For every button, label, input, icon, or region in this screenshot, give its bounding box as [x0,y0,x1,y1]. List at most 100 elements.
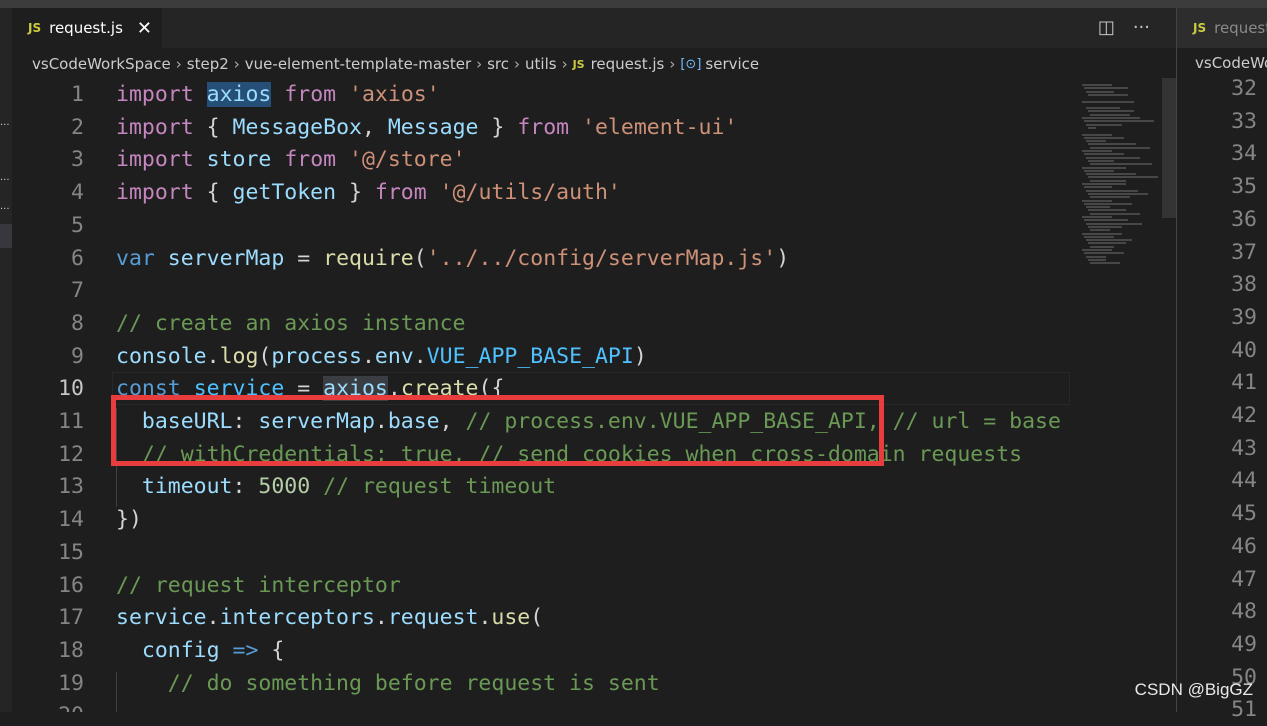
js-file-icon: JS [572,57,585,71]
code-token: } [478,114,518,140]
code-token: . [206,343,220,369]
minimap-line [1086,156,1140,159]
code-token: import [116,114,194,140]
code-line[interactable]: 16 // request interceptor [12,569,1070,602]
more-actions-icon[interactable]: ··· [1133,17,1150,38]
selected-item-highlight [0,224,12,248]
breadcrumb[interactable]: vsCodeWo [1195,54,1267,72]
line-number: 39 [1231,304,1257,330]
tab-request-js-right[interactable]: JS request [1177,8,1267,48]
code-token: // create an axios instance [116,310,466,336]
code-token: serverMap [258,409,375,434]
line-number: 6 [71,245,84,271]
minimap-line [1090,163,1152,166]
breadcrumb-item[interactable]: utils [525,55,557,73]
code-line[interactable]: 19 // do something before request is sen… [12,667,1070,700]
more-dots[interactable]: ... [0,202,12,212]
minimap-line [1082,183,1126,185]
code-token: console [116,343,207,369]
code-text: console.log(process.env.VUE_APP_BASE_API… [116,340,647,373]
code-line[interactable]: 20 [12,699,1070,712]
code-line[interactable]: 14}) [12,503,1070,536]
minimap-line [1086,173,1136,176]
minimap-line [1090,229,1110,232]
breadcrumb-item[interactable]: step2 [187,55,229,73]
minimap-line [1088,258,1106,261]
code-token: . [478,605,492,631]
code-token: : [232,409,259,434]
breadcrumb-file[interactable]: request.js [591,55,665,73]
code-token: { [258,637,285,663]
code-line[interactable]: 8 // create an axios instance [12,307,1070,340]
line-number: 38 [1231,272,1257,298]
breadcrumb-symbol[interactable]: service [705,55,759,73]
minimap-line [1088,242,1126,245]
code-line[interactable]: 12 // withCredentials: true, // send coo… [12,438,1070,471]
code-text: var serverMap = require('../../config/se… [116,242,789,275]
minimap-line [1090,146,1150,149]
minimap-line [1088,143,1136,146]
minimap[interactable] [1074,78,1162,278]
more-dots[interactable]: ... [0,173,12,183]
minimap-line [1084,136,1124,139]
code-text: // withCredentials: true, // send cookie… [116,438,1022,471]
code-token: 5000 [258,474,311,500]
code-text: // create an axios instance [116,307,466,340]
minimap-line [1088,93,1128,96]
line-number: 16 [58,572,84,598]
code-token: . [413,343,427,369]
close-icon[interactable]: ✕ [137,18,152,39]
code-token: { [193,114,233,140]
code-token: import [116,180,194,206]
code-token: , [439,409,466,434]
code-line[interactable]: 5 [12,209,1070,242]
minimap-line [1086,206,1110,209]
split-editor-icon[interactable]: ◫ [1098,17,1115,38]
code-token: ) [633,343,647,369]
minimap-line [1082,216,1112,218]
code-line[interactable]: 13 timeout: 5000 // request timeout [12,470,1070,503]
vertical-scrollbar[interactable] [1162,78,1176,218]
minimap-line [1082,232,1122,235]
line-number: 12 [58,441,84,467]
code-token: '@/store' [349,147,466,173]
code-line[interactable]: 18 config => { [12,634,1070,667]
line-number: 47 [1231,566,1257,592]
code-line[interactable]: 4 import { getToken } from '@/utils/auth' [12,176,1070,209]
code-line[interactable]: 3 import store from '@/store' [12,143,1070,176]
minimap-line [1086,239,1132,242]
code-line[interactable]: 10 const service = axios.create({ [12,372,1070,406]
code-line[interactable]: 6 var serverMap = require('../../config/s… [12,242,1070,275]
code-token: ) [776,245,790,271]
code-line[interactable]: 9 console.log(process.env.VUE_APP_BASE_AP… [12,340,1070,373]
breadcrumb: vsCodeWorkSpace › step2 › vue-element-te… [12,52,759,76]
watermark: CSDN @BigGZ [1134,680,1253,699]
code-line[interactable]: 11 baseURL: serverMap.base, // process.e… [12,405,1070,438]
code-token: service [116,605,207,631]
code-editor[interactable]: 1 import axios from 'axios' 2 import { Mess… [12,78,1070,712]
breadcrumb-item[interactable]: vsCodeWorkSpace [32,55,171,73]
minimap-line [1088,192,1148,195]
line-number: 3 [71,147,84,173]
minimap-line [1082,249,1112,251]
tab-title: request [1214,19,1267,37]
breadcrumb-item[interactable]: src [487,55,509,73]
line-number: 45 [1231,501,1257,527]
minimap-line [1088,209,1126,212]
more-dots[interactable]: ... [0,118,12,128]
code-line[interactable]: 7 [12,274,1070,307]
code-token: { [193,180,233,206]
code-line[interactable]: 17 service.interceptors.request.use( [12,601,1070,634]
code-line[interactable]: 1 import axios from 'axios' [12,78,1070,111]
code-line[interactable]: 15 [12,536,1070,569]
line-number: 32 [1231,76,1257,101]
code-text: import axios from 'axios' [116,78,440,111]
code-token: // request interceptor [116,572,401,598]
code-line[interactable]: 2 import { MessageBox, Message } from 'el… [12,111,1070,144]
code-token: serverMap [167,245,285,271]
tab-request-js[interactable]: JS request.js ✕ [12,8,162,48]
code-token: ( [413,245,427,271]
line-number: 44 [1231,468,1257,494]
breadcrumb-item[interactable]: vue-element-template-master [245,55,471,73]
